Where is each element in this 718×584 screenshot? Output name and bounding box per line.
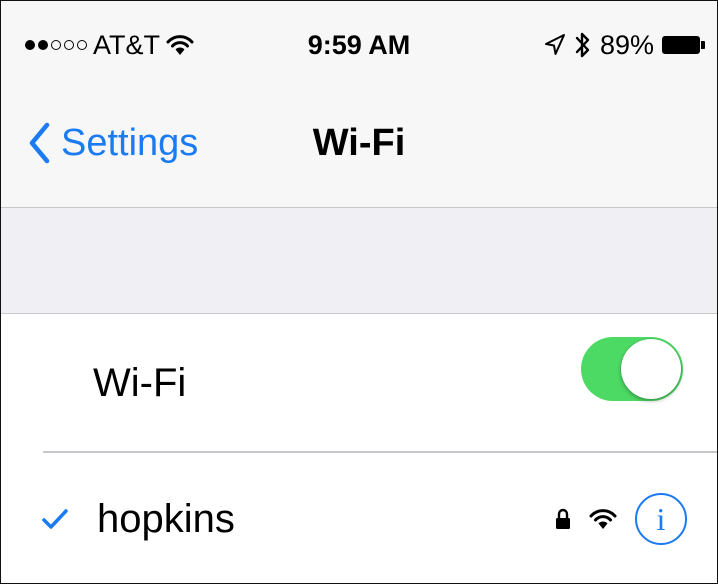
network-name: hopkins	[97, 496, 235, 541]
wifi-toggle-row: Wi-Fi	[1, 315, 717, 451]
info-icon[interactable]: i	[635, 493, 687, 545]
network-status-icons: i	[555, 453, 687, 583]
wifi-signal-icon	[589, 509, 617, 529]
navigation-bar: Settings Wi-Fi	[1, 89, 717, 208]
location-arrow-icon	[544, 34, 565, 55]
network-row-hopkins[interactable]: hopkins i	[1, 453, 717, 583]
status-right-group: 89%	[544, 25, 705, 65]
toggle-knob	[621, 339, 681, 399]
section-spacer	[1, 208, 717, 314]
status-bar: AT&T 9:59 AM 89%	[1, 1, 717, 89]
wifi-row-label: Wi-Fi	[93, 360, 187, 405]
battery-percent: 89%	[599, 29, 654, 60]
lock-icon	[556, 508, 570, 529]
phone-screen: AT&T 9:59 AM 89% Settings Wi-Fi Wi-Fi ho…	[0, 0, 718, 584]
bluetooth-icon	[575, 32, 590, 58]
wifi-toggle-switch[interactable]	[581, 337, 683, 401]
page-title: Wi-Fi	[312, 122, 406, 164]
battery-icon	[662, 36, 705, 54]
checkmark-icon	[41, 453, 69, 583]
